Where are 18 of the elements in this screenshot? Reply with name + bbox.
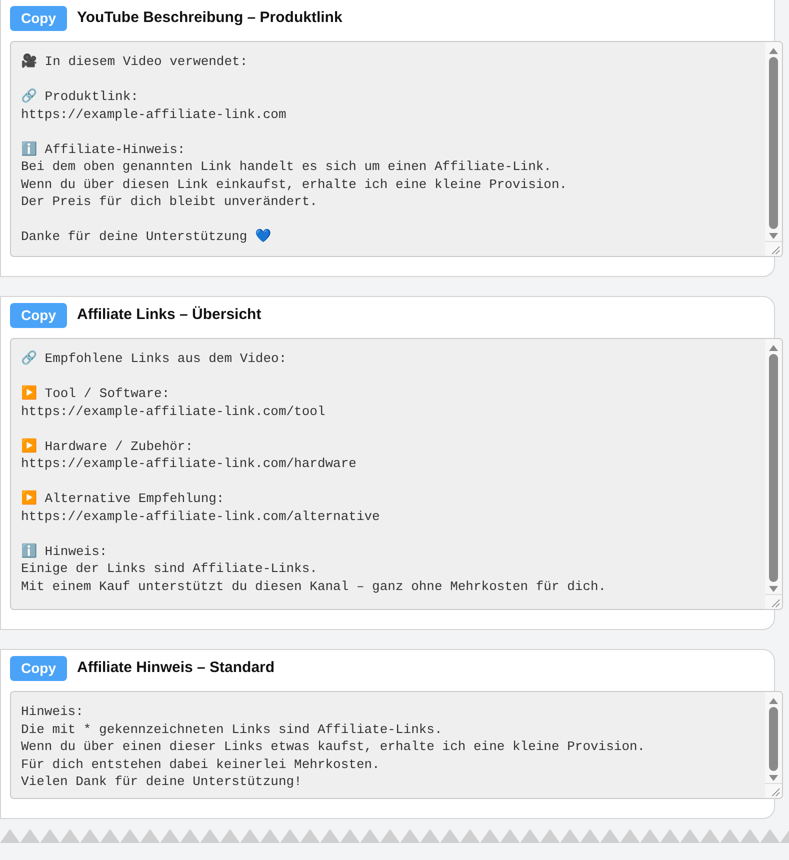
text-area[interactable]: 🔗 Empfohlene Links aus dem Video: ▶ Tool / Software: https://example-affiliate-link.com/tool ▶ Hardware / Zubehör: https://example-affiliate-link.com/hardware ▶ Alternative Empfehlung: https://example-affiliate-link.com/alternative ℹ Hinweis: Einige der Links sind Affiliate-Links. Mit einem Kauf unterstützt du diesen Kanal – ganz ohne Mehrkosten für dich. (10, 338, 783, 610)
resize-grip-icon[interactable] (765, 241, 782, 256)
scroll-down-icon[interactable] (769, 586, 778, 592)
scrollbar-thumb[interactable] (769, 354, 778, 582)
card-title: YouTube Beschreibung – Produktlink (77, 8, 342, 28)
resize-grip-icon[interactable] (765, 594, 782, 609)
text-area[interactable]: Hinweis: Die mit * gekennzeichneten Links sind Affiliate-Links. Wenn du über einen dieser Links etwas kaufst, erhalte ich eine kleine Provision. Für dich entstehen dabei keinerlei Mehrkosten. Vielen Dank für deine Unterstützung! (10, 691, 783, 799)
scrollbar-thumb[interactable] (769, 57, 778, 229)
card-title: Affiliate Links – Übersicht (77, 305, 262, 326)
scroll-up-icon[interactable] (769, 698, 778, 704)
resize-grip-icon[interactable] (765, 783, 782, 798)
scrollbar-thumb[interactable] (769, 707, 778, 771)
scroll-down-icon[interactable] (769, 233, 778, 239)
card-title: Affiliate Hinweis – Standard (77, 658, 275, 678)
scroll-up-icon[interactable] (769, 48, 778, 54)
scroll-down-icon[interactable] (769, 775, 778, 781)
text-area[interactable]: 🎥 In diesem Video verwendet: 🔗 Produktlink: https://example-affiliate-link.com ℹ Affiliate-Hinweis: Bei dem oben genannten Link handelt es sich um einen Affiliate-Link. Wenn du über diesen Link einkaufst, erhalte ich eine kleine Provision. Der Preis für dich bleibt unverändert. Danke für deine Unterstützung 💙 (10, 41, 783, 257)
scroll-up-icon[interactable] (769, 345, 778, 351)
